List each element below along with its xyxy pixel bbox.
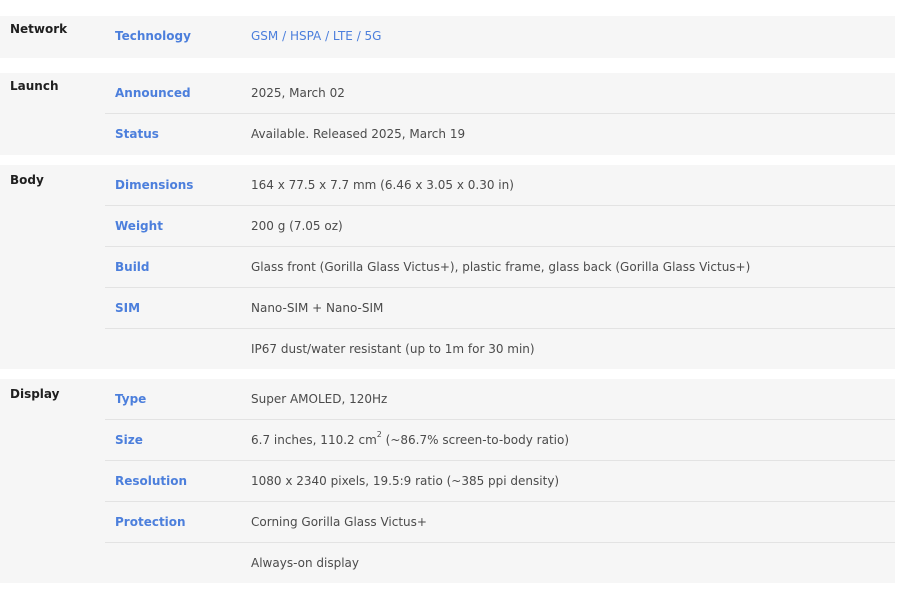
spec-value-resolution: 1080 x 2340 pixels, 19.5:9 ratio (~385 p…: [251, 474, 560, 488]
size-value-text: 6.7 inches, 110.2 cm: [251, 433, 377, 447]
spec-label-type[interactable]: Type: [115, 392, 146, 406]
spec-row-resolution: Resolution 1080 x 2340 pixels, 19.5:9 ra…: [105, 461, 895, 502]
spec-label-status[interactable]: Status: [115, 127, 159, 141]
section-network: Network Technology GSM / HSPA / LTE / 5G: [0, 16, 895, 58]
spec-label-protection[interactable]: Protection: [115, 515, 186, 529]
spec-value-status: Available. Released 2025, March 19: [251, 127, 466, 141]
spec-value-size: 6.7 inches, 110.2 cm2 (~86.7% screen-to-…: [251, 430, 570, 447]
spec-row-protection: Protection Corning Gorilla Glass Victus+: [105, 502, 895, 543]
spec-value-ip-rating: IP67 dust/water resistant (up to 1m for …: [251, 342, 535, 356]
spec-value-protection: Corning Gorilla Glass Victus+: [251, 515, 427, 529]
section-launch: Launch Announced 2025, March 02 Status A…: [0, 73, 895, 155]
spec-row-dimensions: Dimensions 164 x 77.5 x 7.7 mm (6.46 x 3…: [105, 165, 895, 206]
spec-value-announced: 2025, March 02: [251, 86, 345, 100]
spec-row-technology: Technology GSM / HSPA / LTE / 5G: [105, 16, 895, 57]
spec-label-weight[interactable]: Weight: [115, 219, 163, 233]
spec-label-announced[interactable]: Announced: [115, 86, 191, 100]
spec-row-always-on: Always-on display: [105, 543, 895, 584]
spec-sheet: Network Technology GSM / HSPA / LTE / 5G…: [0, 0, 900, 600]
spec-value-dimensions: 164 x 77.5 x 7.7 mm (6.46 x 3.05 x 0.30 …: [251, 178, 514, 192]
spec-label-dimensions[interactable]: Dimensions: [115, 178, 193, 192]
spec-label-technology[interactable]: Technology: [115, 29, 191, 43]
size-value-ratio: (~86.7% screen-to-body ratio): [381, 433, 570, 447]
spec-label-build[interactable]: Build: [115, 260, 150, 274]
spec-value-type: Super AMOLED, 120Hz: [251, 392, 388, 406]
spec-row-ip-rating: IP67 dust/water resistant (up to 1m for …: [105, 329, 895, 370]
category-network[interactable]: Network: [10, 22, 67, 36]
spec-row-build: Build Glass front (Gorilla Glass Victus+…: [105, 247, 895, 288]
spec-value-always-on: Always-on display: [251, 556, 359, 570]
spec-label-size[interactable]: Size: [115, 433, 143, 447]
spec-row-weight: Weight 200 g (7.05 oz): [105, 206, 895, 247]
spec-value-sim: Nano-SIM + Nano-SIM: [251, 301, 384, 315]
category-body[interactable]: Body: [10, 173, 44, 187]
section-body: Body Dimensions 164 x 77.5 x 7.7 mm (6.4…: [0, 165, 895, 369]
category-display[interactable]: Display: [10, 387, 59, 401]
spec-value-build: Glass front (Gorilla Glass Victus+), pla…: [251, 260, 751, 274]
spec-row-type: Type Super AMOLED, 120Hz: [105, 379, 895, 420]
spec-row-sim: SIM Nano-SIM + Nano-SIM: [105, 288, 895, 329]
spec-value-technology[interactable]: GSM / HSPA / LTE / 5G: [251, 29, 381, 43]
spec-row-size: Size 6.7 inches, 110.2 cm2 (~86.7% scree…: [105, 420, 895, 461]
spec-row-announced: Announced 2025, March 02: [105, 73, 895, 114]
spec-label-sim[interactable]: SIM: [115, 301, 140, 315]
spec-row-status: Status Available. Released 2025, March 1…: [105, 114, 895, 155]
category-launch[interactable]: Launch: [10, 79, 59, 93]
section-display: Display Type Super AMOLED, 120Hz Size 6.…: [0, 379, 895, 583]
spec-value-weight: 200 g (7.05 oz): [251, 219, 343, 233]
size-value-superscript: 2: [376, 430, 382, 439]
spec-label-resolution[interactable]: Resolution: [115, 474, 187, 488]
